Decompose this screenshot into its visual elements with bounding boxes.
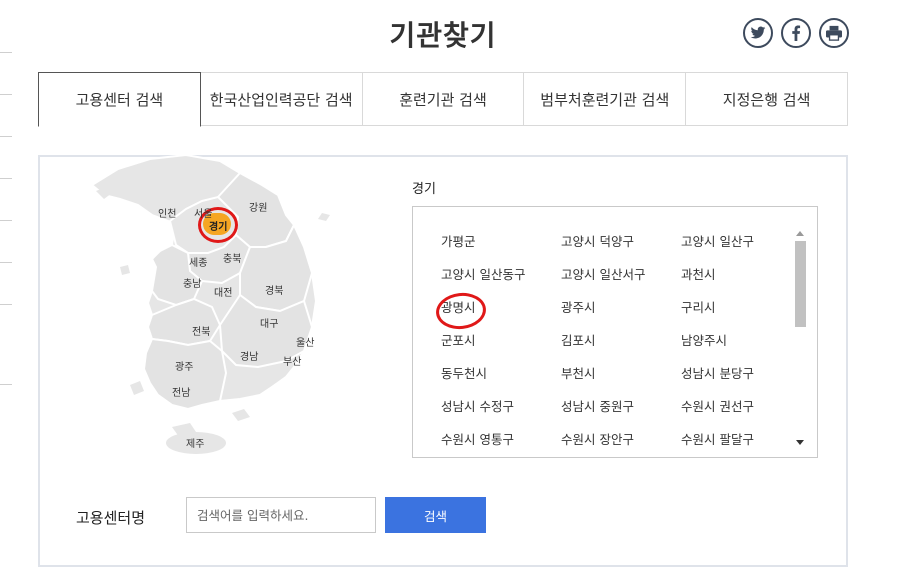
facebook-share-button[interactable] bbox=[781, 18, 811, 48]
search-button[interactable]: 검색 bbox=[385, 497, 486, 533]
list-item[interactable]: 수원시 장안구 bbox=[561, 429, 681, 457]
district-grid: 가평군 고양시 덕양구 고양시 일산구 고양시 일산동구 고양시 일산서구 과천… bbox=[441, 231, 791, 457]
list-item[interactable]: 성남시 중원구 bbox=[561, 396, 681, 429]
page: 기관찾기 고용센터 검색 한국산업인력공단 검색 훈련기관 검색 범부처훈련기관… bbox=[0, 0, 924, 580]
list-item[interactable]: 성남시 분당구 bbox=[681, 363, 791, 396]
list-item[interactable]: 가평군 bbox=[441, 231, 561, 264]
tab-employment-center[interactable]: 고용센터 검색 bbox=[38, 72, 201, 127]
map-region-chungnam[interactable]: 충남 bbox=[183, 275, 201, 290]
selected-region-title: 경기 bbox=[412, 182, 436, 197]
print-button[interactable] bbox=[819, 18, 849, 48]
list-item[interactable]: 광주시 bbox=[561, 297, 681, 330]
print-icon bbox=[826, 25, 842, 41]
map-region-incheon[interactable]: 인천 bbox=[158, 205, 176, 220]
map-region-daejeon[interactable]: 대전 bbox=[214, 284, 232, 299]
list-item[interactable]: 수원시 팔달구 bbox=[681, 429, 791, 457]
map-region-daegu[interactable]: 대구 bbox=[260, 315, 278, 330]
list-item[interactable]: 동두천시 bbox=[441, 363, 561, 396]
search-tabs: 고용센터 검색 한국산업인력공단 검색 훈련기관 검색 범부처훈련기관 검색 지… bbox=[38, 72, 848, 127]
map-region-ulsan[interactable]: 울산 bbox=[296, 334, 314, 349]
map-region-chungbuk[interactable]: 충북 bbox=[223, 250, 241, 265]
list-scrollbar[interactable] bbox=[793, 223, 807, 445]
scroll-thumb[interactable] bbox=[795, 241, 806, 327]
list-item[interactable]: 부천시 bbox=[561, 363, 681, 396]
tab-interministry-training[interactable]: 범부처훈련기관 검색 bbox=[524, 72, 687, 126]
map-region-sejong[interactable]: 세종 bbox=[189, 254, 207, 269]
map-region-jeonbuk[interactable]: 전북 bbox=[192, 323, 210, 338]
tab-training-institution[interactable]: 훈련기관 검색 bbox=[362, 72, 525, 126]
list-item[interactable]: 군포시 bbox=[441, 330, 561, 363]
list-item[interactable]: 고양시 일산서구 bbox=[561, 264, 681, 297]
korea-map-graphic bbox=[90, 155, 330, 454]
facebook-icon bbox=[792, 25, 801, 41]
list-item[interactable]: 수원시 영통구 bbox=[441, 429, 561, 457]
map-region-jeonnam[interactable]: 전남 bbox=[172, 384, 190, 399]
twitter-icon bbox=[750, 26, 766, 39]
list-item[interactable]: 고양시 일산구 bbox=[681, 231, 791, 264]
scroll-up-arrow-icon[interactable] bbox=[796, 231, 804, 236]
list-item[interactable]: 남양주시 bbox=[681, 330, 791, 363]
district-list: 가평군 고양시 덕양구 고양시 일산구 고양시 일산동구 고양시 일산서구 과천… bbox=[412, 206, 818, 458]
map-region-busan[interactable]: 부산 bbox=[283, 353, 301, 368]
scroll-down-arrow-icon[interactable] bbox=[796, 440, 804, 445]
map-region-gyeonggi[interactable]: 경기 bbox=[209, 218, 227, 233]
list-item[interactable]: 성남시 수정구 bbox=[441, 396, 561, 429]
list-item[interactable]: 구리시 bbox=[681, 297, 791, 330]
twitter-share-button[interactable] bbox=[743, 18, 773, 48]
list-item[interactable]: 수원시 권선구 bbox=[681, 396, 791, 429]
list-item[interactable]: 과천시 bbox=[681, 264, 791, 297]
map-region-jeju[interactable]: 제주 bbox=[186, 435, 204, 450]
list-item[interactable]: 고양시 덕양구 bbox=[561, 231, 681, 264]
left-edge-decoration bbox=[0, 0, 12, 400]
map-region-gwangju[interactable]: 광주 bbox=[175, 358, 193, 373]
map-region-gangwon[interactable]: 강원 bbox=[249, 199, 267, 214]
map-region-gyeongnam[interactable]: 경남 bbox=[240, 348, 258, 363]
tab-hrd-korea[interactable]: 한국산업인력공단 검색 bbox=[200, 72, 363, 126]
map-region-gyeongbuk[interactable]: 경북 bbox=[265, 282, 283, 297]
search-input[interactable] bbox=[186, 497, 376, 533]
search-label: 고용센터명 bbox=[76, 509, 146, 527]
korea-map: 인천 서울 경기 강원 세종 충북 충남 대전 경북 대구 전북 울산 광주 경… bbox=[90, 155, 330, 465]
list-item[interactable]: 김포시 bbox=[561, 330, 681, 363]
tab-designated-bank[interactable]: 지정은행 검색 bbox=[686, 72, 848, 126]
